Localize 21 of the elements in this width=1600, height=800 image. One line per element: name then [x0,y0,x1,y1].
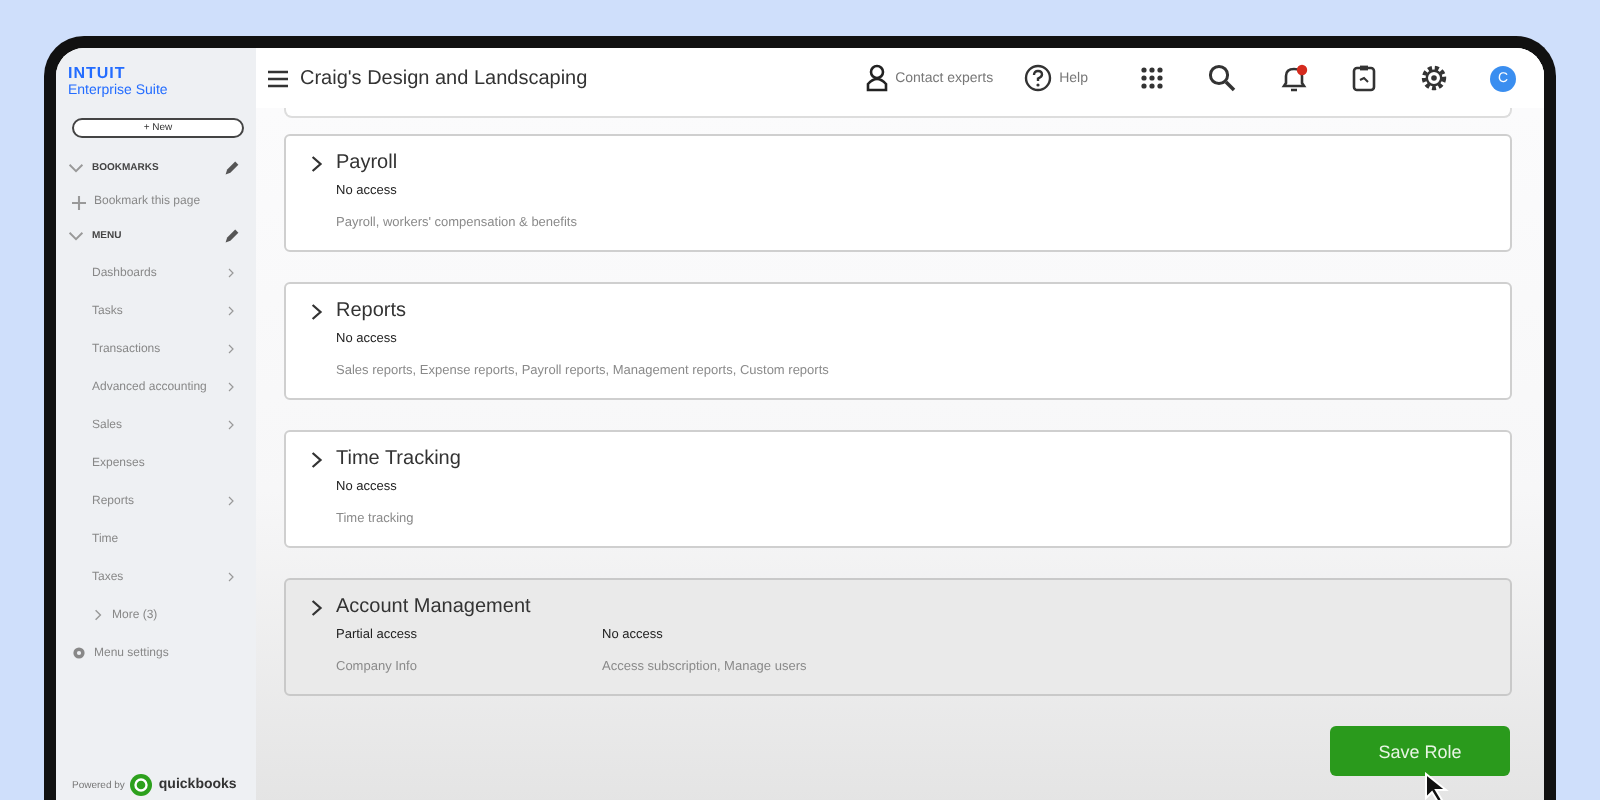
chevron-right-icon [92,608,104,622]
clipboard-icon [1352,64,1376,92]
brand-logo-icon [130,774,153,796]
save-role-button[interactable]: Save Role [1330,726,1510,776]
settings-icon [1420,64,1448,92]
pencil-icon [224,228,240,244]
section-toggle[interactable]: Payroll [310,152,1486,174]
company-name: Craig's Design and Landscaping [300,67,588,89]
plus-icon [72,195,86,209]
section-toggle[interactable]: Time Tracking [310,448,1486,470]
apps-grid-icon [1140,66,1164,90]
help-icon [1023,64,1052,92]
section-toggle[interactable]: Reports [310,300,1486,322]
search-icon [1208,64,1236,92]
gear-icon [72,646,86,660]
mouse-pointer-icon [1424,772,1452,800]
person-icon [865,64,888,92]
brand-logo: INTUIT [68,64,128,82]
section-toggle[interactable]: Account Management [310,596,1486,618]
menu-icon [268,69,288,87]
pencil-icon [224,160,240,176]
